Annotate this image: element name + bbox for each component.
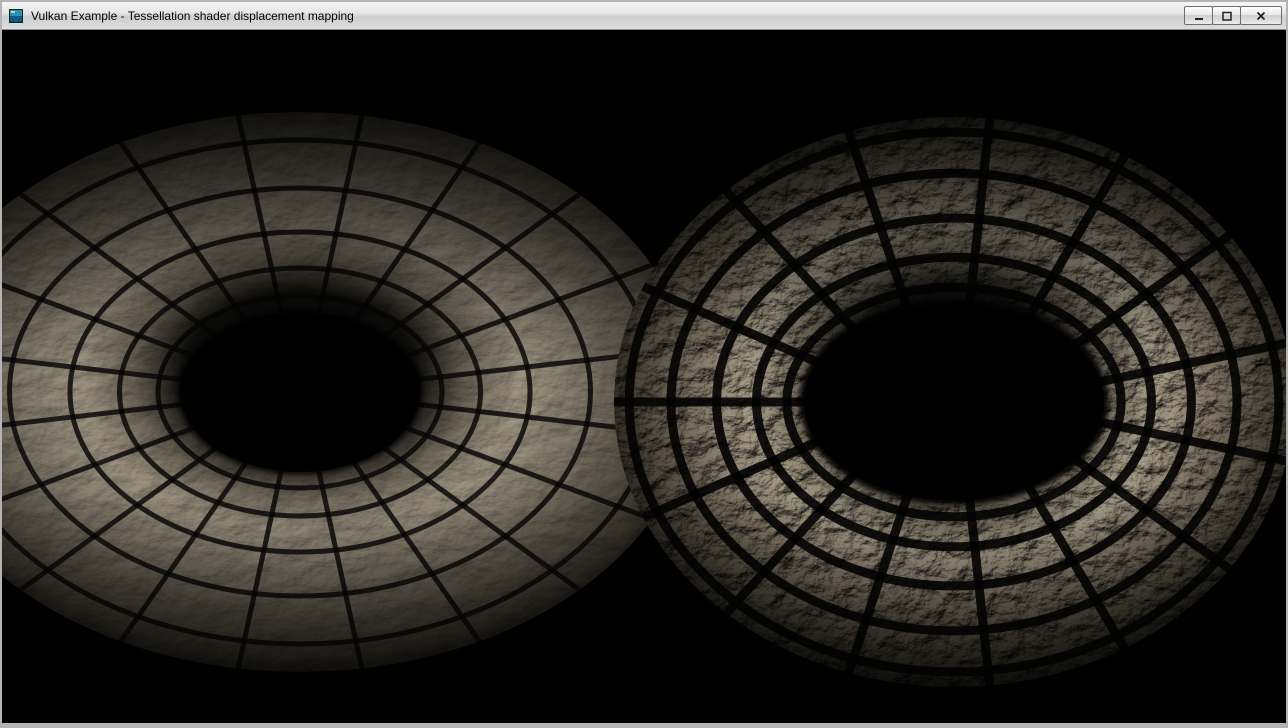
close-button[interactable] <box>1240 6 1282 25</box>
app-icon <box>8 8 24 24</box>
maximize-icon <box>1221 10 1233 22</box>
render-viewport[interactable] <box>2 30 1286 723</box>
top-shadow-overlay <box>2 30 1286 370</box>
close-icon <box>1255 10 1267 22</box>
bottom-shadow-overlay <box>2 490 1286 723</box>
minimize-icon <box>1193 10 1205 22</box>
title-bar[interactable]: Vulkan Example - Tessellation shader dis… <box>2 2 1286 30</box>
minimize-button[interactable] <box>1184 6 1213 25</box>
window-title: Vulkan Example - Tessellation shader dis… <box>31 9 1185 23</box>
window-controls <box>1185 6 1282 25</box>
maximize-button[interactable] <box>1212 6 1241 25</box>
vulkan-render-canvas <box>2 30 1286 723</box>
app-window: Vulkan Example - Tessellation shader dis… <box>0 0 1288 728</box>
